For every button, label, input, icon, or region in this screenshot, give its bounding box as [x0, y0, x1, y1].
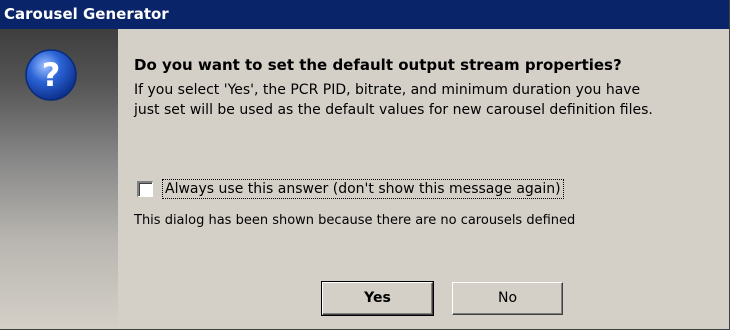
dialog-message-line: just set will be used as the default val… — [134, 102, 653, 118]
no-button[interactable]: No — [452, 282, 563, 315]
dialog-heading: Do you want to set the default output st… — [134, 56, 622, 74]
dialog-sidebar: ? — [0, 29, 118, 329]
dialog-reason-text: This dialog has been shown because there… — [134, 213, 576, 228]
always-use-answer-option[interactable]: Always use this answer (don't show this … — [137, 178, 564, 200]
always-use-answer-checkbox[interactable] — [137, 181, 153, 197]
dialog-message-line: If you select 'Yes', the PCR PID, bitrat… — [134, 82, 641, 98]
yes-button[interactable]: Yes — [321, 281, 434, 316]
question-icon: ? — [25, 49, 77, 101]
svg-text:?: ? — [42, 56, 61, 94]
dialog-message: If you select 'Yes', the PCR PID, bitrat… — [134, 80, 719, 120]
dialog-title: Carousel Generator — [0, 0, 729, 29]
message-dialog: Carousel Generator ? Do you want to set … — [0, 0, 730, 330]
always-use-answer-label[interactable]: Always use this answer (don't show this … — [162, 179, 564, 199]
